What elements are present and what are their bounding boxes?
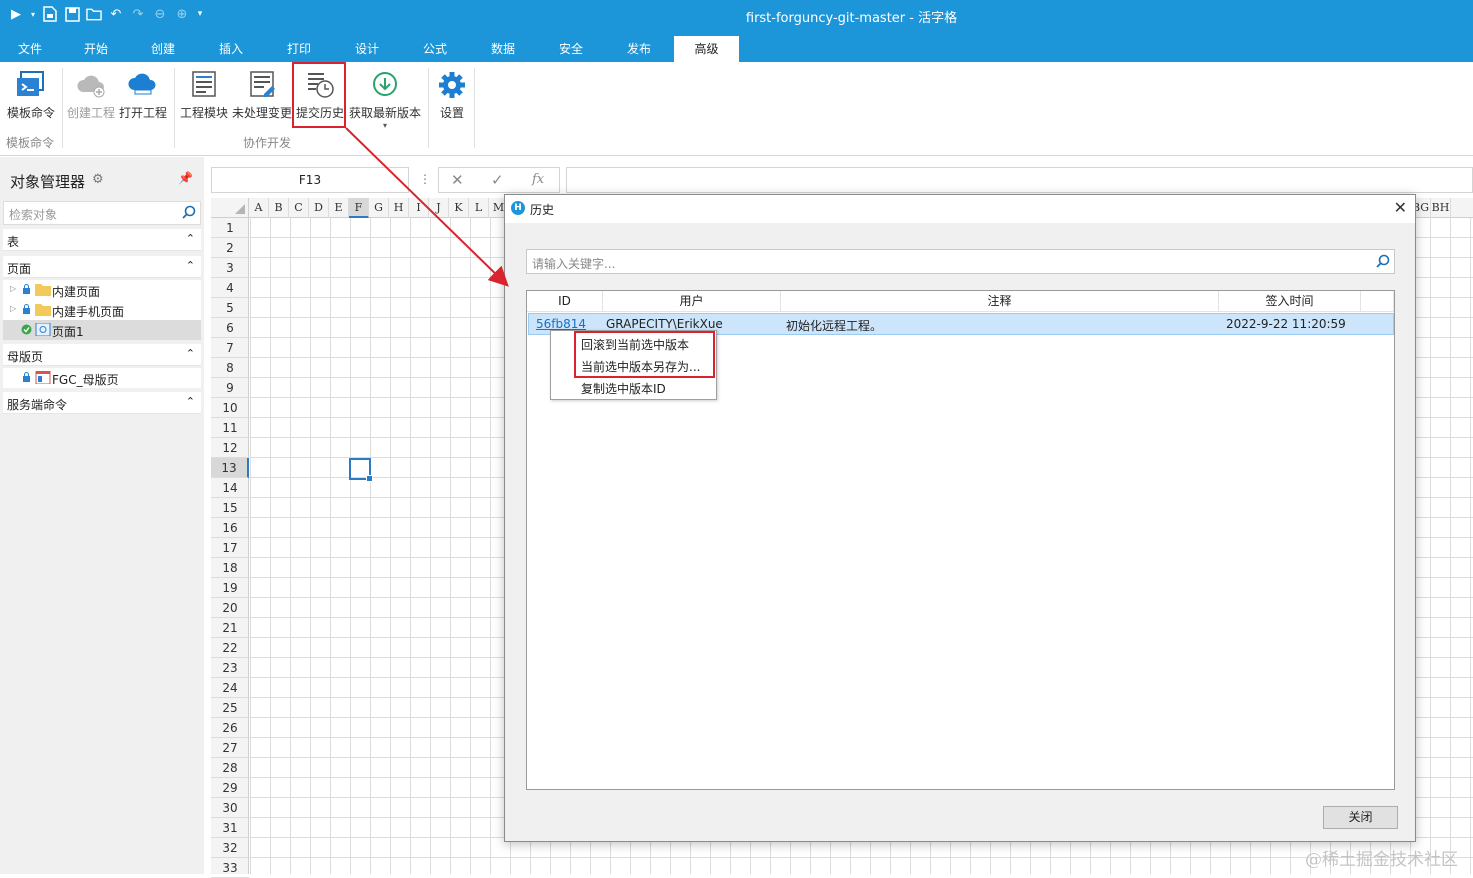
watermark: @稀土掘金技术社区 (1305, 850, 1458, 870)
arrow-line (345, 127, 509, 287)
annotation-arrow (345, 127, 509, 287)
